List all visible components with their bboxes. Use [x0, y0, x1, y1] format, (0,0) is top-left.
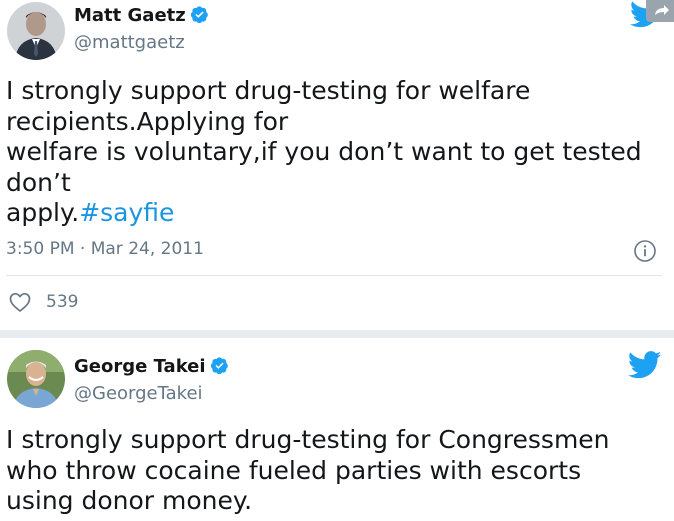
timestamp[interactable]: 3:50 PM · Mar 24, 2011 [6, 238, 204, 260]
share-icon[interactable] [646, 0, 674, 22]
handle[interactable]: @mattgaetz [74, 32, 185, 54]
heart-icon[interactable] [8, 290, 32, 314]
display-name-text[interactable]: Matt Gaetz [74, 5, 186, 26]
tweet-matt-gaetz[interactable]: Matt Gaetz @mattgaetz I strongly support… [0, 0, 674, 330]
tweet-text: I strongly support drug-testing for Cong… [6, 425, 610, 515]
handle[interactable]: @GeorgeTakei [74, 383, 203, 405]
display-name[interactable]: Matt Gaetz [74, 5, 209, 27]
tweet-text: I strongly support drug-testing for welf… [6, 76, 670, 229]
like-count: 539 [46, 292, 79, 312]
hashtag-link[interactable]: #sayfie [79, 198, 174, 227]
avatar[interactable] [7, 350, 65, 408]
verified-badge-icon [190, 5, 209, 24]
twitter-bird-icon[interactable] [628, 351, 662, 379]
display-name-text[interactable]: George Takei [74, 356, 206, 377]
verified-badge-icon [210, 356, 229, 375]
tweet-separator [0, 330, 674, 338]
divider [6, 275, 662, 276]
info-icon[interactable] [633, 239, 657, 263]
tweet-george-takei[interactable]: George Takei @GeorgeTakei I strongly sup… [0, 338, 674, 521]
avatar[interactable] [7, 2, 65, 60]
display-name[interactable]: George Takei [74, 356, 229, 378]
